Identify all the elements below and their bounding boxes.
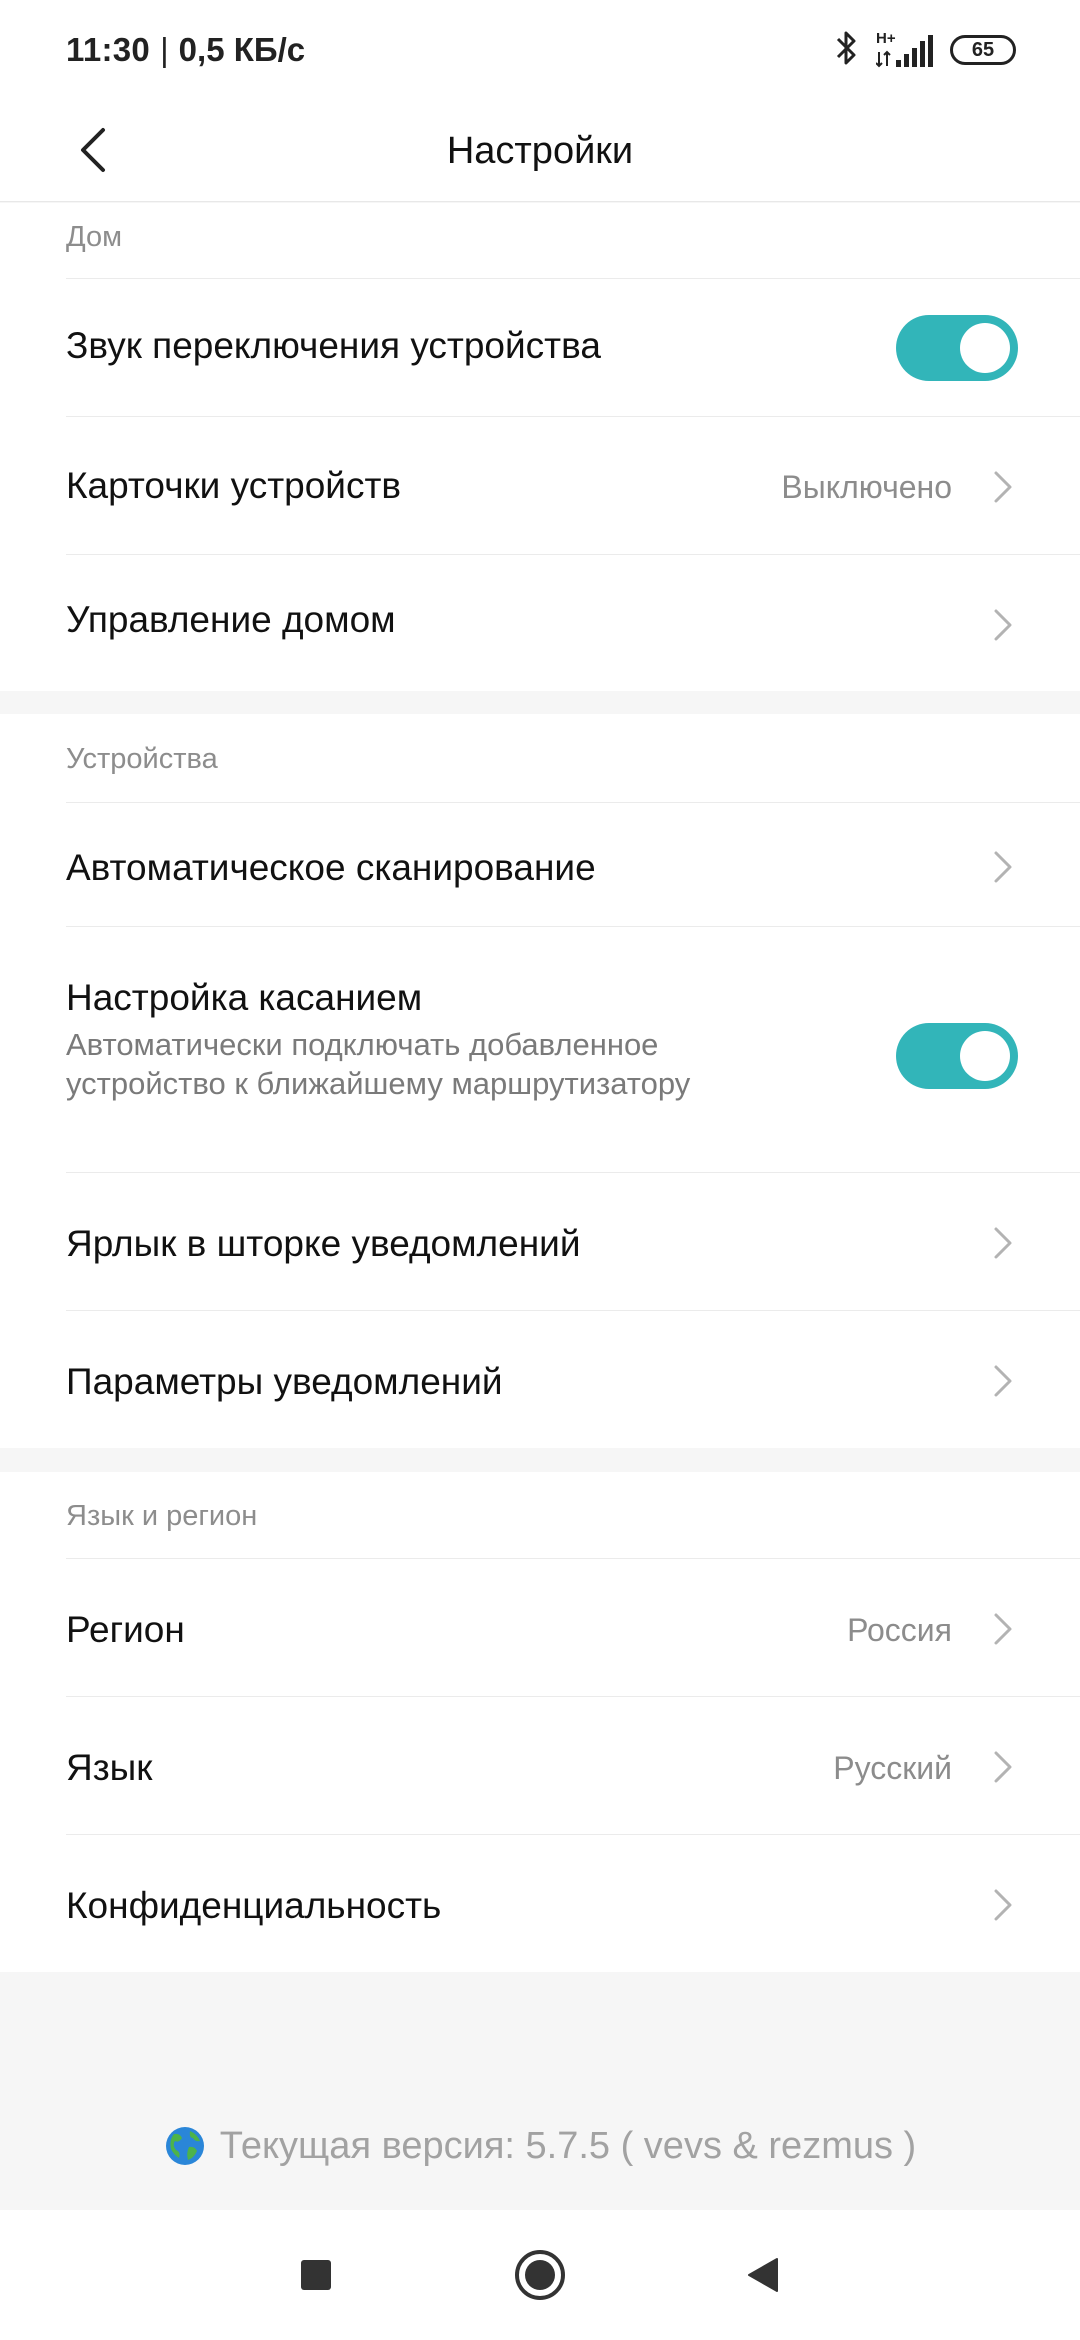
chevron-right-icon bbox=[994, 1751, 1012, 1783]
setting-notification-shortcut[interactable]: Ярлык в шторке уведомлений bbox=[66, 1172, 1080, 1310]
square-icon bbox=[301, 2260, 331, 2290]
setting-region[interactable]: Регион Россия bbox=[66, 1558, 1080, 1696]
status-time: 11:30 bbox=[66, 31, 151, 68]
row-title: Регион bbox=[66, 1609, 185, 1650]
section-language-region: Язык и регион Регион Россия Язык Русский… bbox=[0, 1472, 1080, 1972]
row-title: Автоматическое сканирование bbox=[66, 847, 596, 888]
network-speed: 0,5 КБ/с bbox=[178, 31, 306, 68]
signal-icon: H+ bbox=[876, 30, 934, 68]
setting-language[interactable]: Язык Русский bbox=[66, 1696, 1080, 1834]
device-sound-toggle[interactable] bbox=[896, 315, 1018, 381]
chevron-right-icon bbox=[994, 609, 1012, 641]
row-value: Россия bbox=[847, 1612, 952, 1648]
row-description: Автоматически подключать добавленное уст… bbox=[66, 1027, 691, 1101]
row-title: Звук переключения устройства bbox=[66, 325, 601, 366]
section-home: Дом Звук переключения устройства Карточк… bbox=[0, 203, 1080, 691]
row-title: Язык bbox=[66, 1747, 153, 1788]
bluetooth-icon bbox=[834, 30, 860, 71]
home-button[interactable] bbox=[513, 2248, 567, 2302]
status-separator: | bbox=[160, 31, 169, 68]
system-nav-bar bbox=[0, 2210, 1080, 2340]
setting-device-sound[interactable]: Звук переключения устройства bbox=[66, 278, 1080, 416]
row-title: Настройка касанием bbox=[66, 977, 423, 1018]
settings-screen: 11:30 | 0,5 КБ/с H+ 65 Настройки Дом Зву… bbox=[0, 0, 1080, 2340]
setting-privacy[interactable]: Конфиденциальность bbox=[66, 1834, 1080, 1972]
globe-icon bbox=[165, 2127, 204, 2165]
triangle-back-icon bbox=[748, 2258, 778, 2292]
setting-touch-setup[interactable]: Настройка касанием Автоматически подключ… bbox=[66, 926, 1080, 1172]
row-title: Конфиденциальность bbox=[66, 1885, 442, 1926]
row-title: Карточки устройств bbox=[66, 465, 402, 506]
app-header: Настройки bbox=[0, 100, 1080, 202]
back-nav-button[interactable] bbox=[736, 2248, 790, 2302]
section-devices: Устройства Автоматическое сканирование Н… bbox=[0, 714, 1080, 1448]
battery-indicator: 65 bbox=[950, 35, 1016, 65]
section-label: Дом bbox=[66, 221, 123, 253]
circle-icon bbox=[515, 2250, 565, 2300]
section-label: Устройства bbox=[66, 743, 218, 775]
row-value: Русский bbox=[833, 1750, 952, 1786]
touch-setup-toggle[interactable] bbox=[896, 1023, 1018, 1089]
row-title: Управление домом bbox=[66, 599, 396, 640]
version-text: Текущая версия: 5.7.5 ( vevs & rezmus ) bbox=[219, 2124, 917, 2167]
status-icons: H+ 65 bbox=[834, 30, 1016, 71]
row-title: Ярлык в шторке уведомлений bbox=[66, 1223, 581, 1264]
chevron-right-icon bbox=[994, 1613, 1012, 1645]
status-bar: 11:30 | 0,5 КБ/с H+ 65 bbox=[0, 0, 1080, 100]
chevron-right-icon bbox=[994, 471, 1012, 503]
chevron-right-icon bbox=[994, 1889, 1012, 1921]
chevron-right-icon bbox=[994, 851, 1012, 883]
toggle-knob bbox=[960, 1031, 1010, 1081]
row-title: Параметры уведомлений bbox=[66, 1361, 503, 1402]
setting-home-management[interactable]: Управление домом bbox=[66, 554, 1080, 691]
chevron-right-icon bbox=[994, 1227, 1012, 1259]
app-version: Текущая версия: 5.7.5 ( vevs & rezmus ) bbox=[0, 2118, 1080, 2174]
setting-notification-params[interactable]: Параметры уведомлений bbox=[66, 1310, 1080, 1448]
setting-device-cards[interactable]: Карточки устройств Выключено bbox=[66, 416, 1080, 554]
row-value: Выключено bbox=[781, 469, 952, 505]
recents-button[interactable] bbox=[289, 2248, 343, 2302]
chevron-right-icon bbox=[994, 1365, 1012, 1397]
setting-auto-scan[interactable]: Автоматическое сканирование bbox=[66, 802, 1080, 926]
page-title: Настройки bbox=[446, 130, 634, 172]
section-label: Язык и регион bbox=[66, 1500, 258, 1532]
toggle-knob bbox=[960, 323, 1010, 373]
